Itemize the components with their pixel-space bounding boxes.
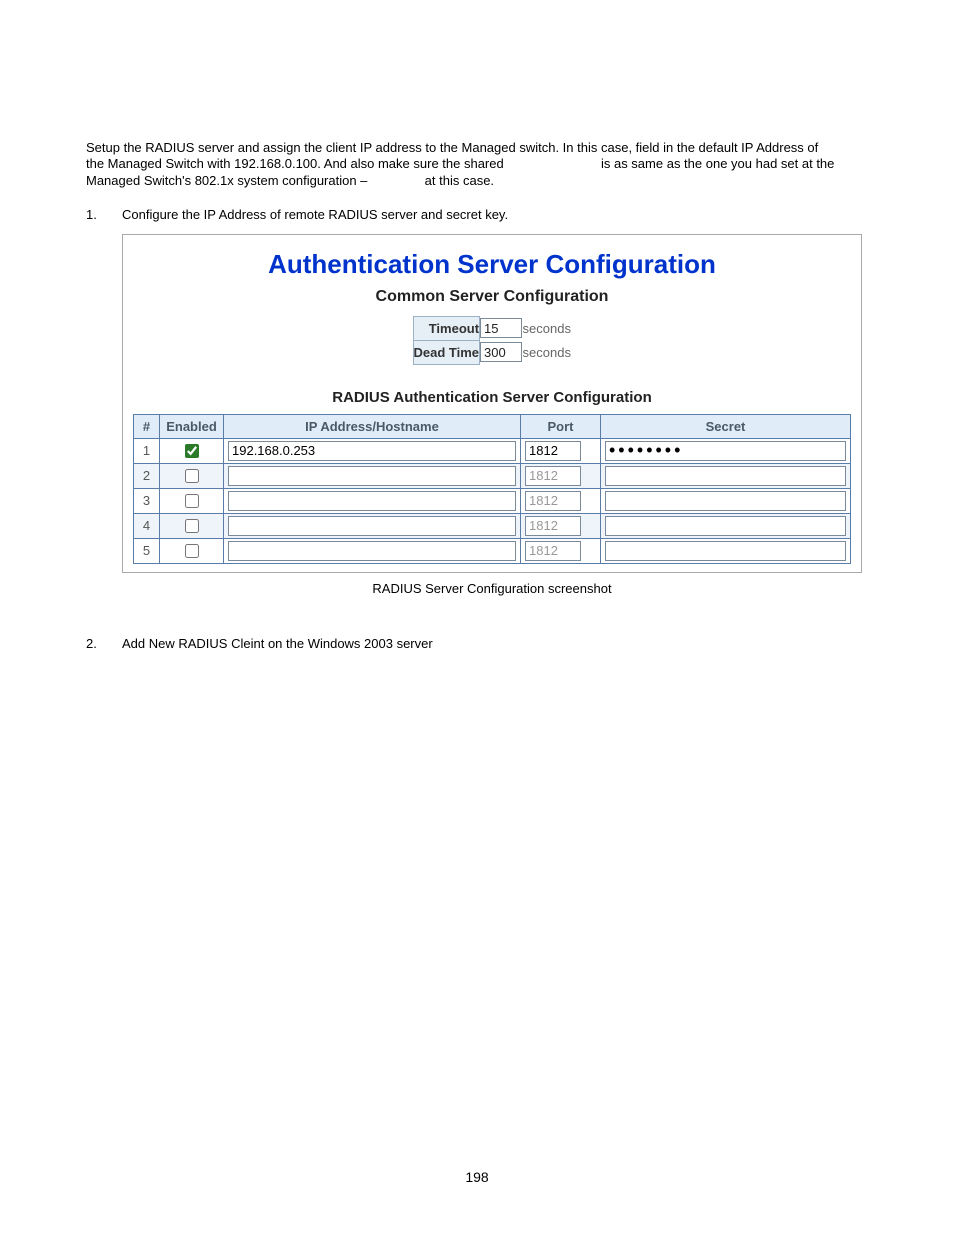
intro-paragraph: Setup the RADIUS server and assign the c… [86,140,868,189]
enabled-checkbox[interactable] [185,519,199,533]
row-ip-cell [224,438,521,463]
timeout-label: Timeout [413,316,480,340]
header-ip: IP Address/Hostname [224,414,521,438]
ip-input[interactable] [228,466,516,486]
timeout-unit: seconds [523,316,571,340]
row-secret-cell [601,538,851,563]
enabled-checkbox[interactable] [185,444,199,458]
row-enabled-cell [160,488,224,513]
config-title: Authentication Server Configuration [133,249,851,280]
row-index: 5 [134,538,160,563]
row-port-cell [521,488,601,513]
ip-input[interactable] [228,491,516,511]
document-page: Setup the RADIUS server and assign the c… [0,0,954,1235]
config-screenshot: Authentication Server Configuration Comm… [122,234,862,573]
table-row: 2 [134,463,851,488]
ip-input[interactable] [228,541,516,561]
intro-line-2a: the Managed Switch with 192.168.0.100. A… [86,156,504,171]
intro-line-3a: Managed Switch's 802.1x system configura… [86,173,367,188]
row-index: 3 [134,488,160,513]
port-input[interactable] [525,441,581,461]
secret-input[interactable] [605,541,846,561]
common-config-table: Timeout seconds Dead Time seconds [413,316,572,365]
timeout-input[interactable] [480,318,522,338]
row-port-cell [521,438,601,463]
enabled-checkbox[interactable] [185,544,199,558]
row-ip-cell [224,513,521,538]
port-input[interactable] [525,466,581,486]
deadtime-input[interactable] [480,342,522,362]
row-secret-cell [601,488,851,513]
step-2: 2. Add New RADIUS Cleint on the Windows … [86,636,868,653]
table-row: 4 [134,513,851,538]
row-index: 1 [134,438,160,463]
table-row: 3 [134,488,851,513]
header-enabled: Enabled [160,414,224,438]
enabled-checkbox[interactable] [185,494,199,508]
radius-server-table: # Enabled IP Address/Hostname Port Secre… [133,414,851,564]
screenshot-caption: RADIUS Server Configuration screenshot [122,581,862,596]
secret-input[interactable] [605,441,846,461]
header-secret: Secret [601,414,851,438]
row-enabled-cell [160,463,224,488]
header-index: # [134,414,160,438]
row-secret-cell [601,463,851,488]
secret-input[interactable] [605,491,846,511]
step-1-number: 1. [86,207,122,224]
row-enabled-cell [160,538,224,563]
row-enabled-cell [160,438,224,463]
ip-input[interactable] [228,441,516,461]
secret-input[interactable] [605,516,846,536]
intro-line-3b: at this case. [425,173,494,188]
radius-subtitle: RADIUS Authentication Server Configurati… [133,389,851,406]
step-2-number: 2. [86,636,122,653]
deadtime-unit: seconds [523,340,571,364]
deadtime-label: Dead Time [413,340,480,364]
row-ip-cell [224,538,521,563]
row-index: 4 [134,513,160,538]
header-port: Port [521,414,601,438]
row-enabled-cell [160,513,224,538]
row-index: 2 [134,463,160,488]
secret-input[interactable] [605,466,846,486]
row-ip-cell [224,488,521,513]
config-subtitle: Common Server Configuration [133,288,851,306]
intro-line-2b: is as same as the one you had set at the [601,156,834,171]
page-number: 198 [0,1169,954,1185]
port-input[interactable] [525,516,581,536]
row-port-cell [521,538,601,563]
enabled-checkbox[interactable] [185,469,199,483]
table-row: 1 [134,438,851,463]
row-secret-cell [601,438,851,463]
ip-input[interactable] [228,516,516,536]
table-row: 5 [134,538,851,563]
port-input[interactable] [525,541,581,561]
row-port-cell [521,463,601,488]
row-port-cell [521,513,601,538]
port-input[interactable] [525,491,581,511]
intro-line-1: Setup the RADIUS server and assign the c… [86,140,818,155]
step-1: 1. Configure the IP Address of remote RA… [86,207,868,224]
step-1-text: Configure the IP Address of remote RADIU… [122,207,868,224]
step-2-text: Add New RADIUS Cleint on the Windows 200… [122,636,868,653]
row-ip-cell [224,463,521,488]
row-secret-cell [601,513,851,538]
